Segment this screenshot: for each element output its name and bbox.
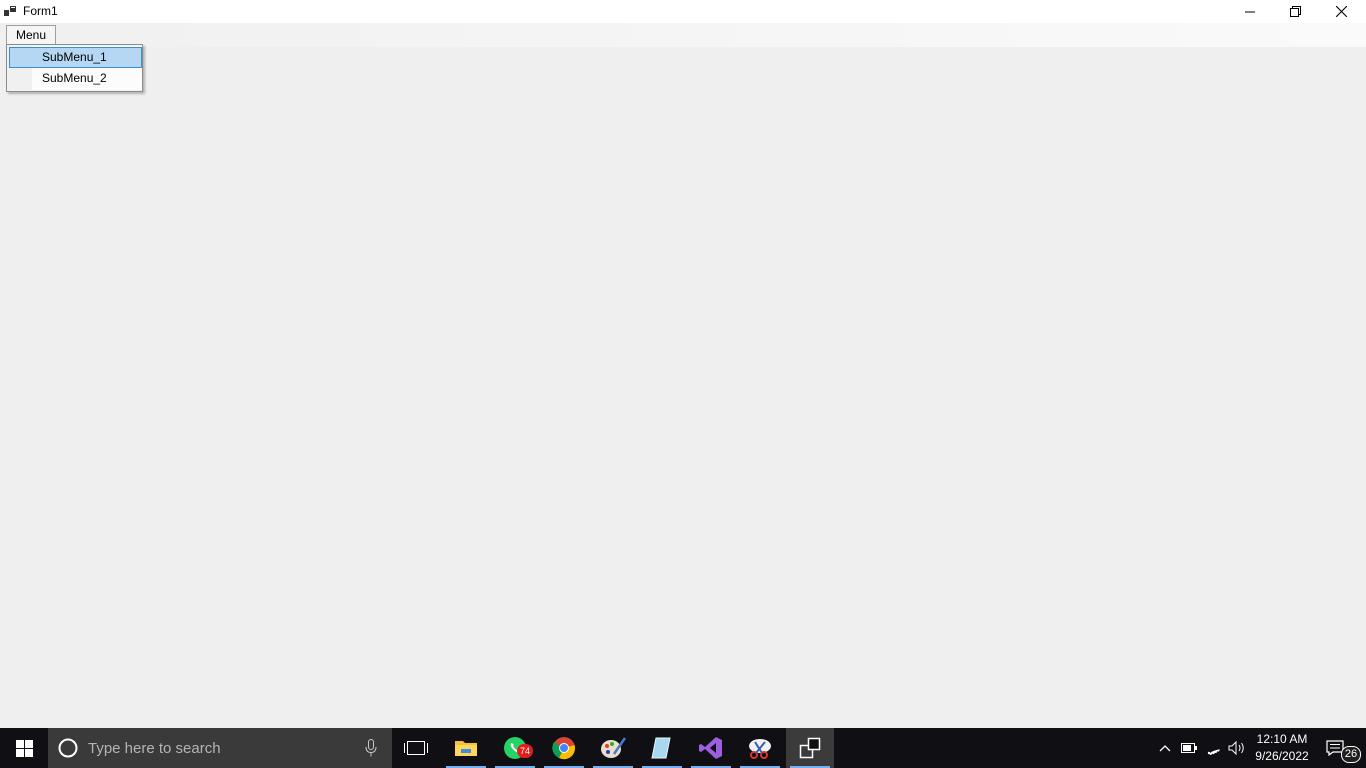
menu-item-menu[interactable]: Menu <box>6 25 56 46</box>
visual-studio-icon <box>699 737 722 759</box>
battery-icon <box>1181 743 1197 753</box>
taskbar-visual-studio[interactable] <box>687 728 735 768</box>
restore-icon <box>1289 6 1301 17</box>
clock-time: 12:10 AM <box>1256 732 1308 746</box>
show-hidden-icons-button[interactable] <box>1154 728 1176 768</box>
task-view-icon <box>404 741 428 755</box>
restore-button[interactable] <box>1272 0 1318 23</box>
taskbar-clock[interactable]: 12:10 AM 9/26/2022 <box>1247 731 1317 765</box>
form-app-icon <box>4 6 16 16</box>
taskbar-file-explorer[interactable] <box>442 728 490 768</box>
start-button[interactable] <box>0 728 48 768</box>
paint-icon <box>601 737 626 758</box>
task-view-button[interactable] <box>392 728 440 768</box>
close-icon <box>1335 6 1347 17</box>
clock-date: 9/26/2022 <box>1255 749 1309 763</box>
volume-button[interactable] <box>1226 728 1248 768</box>
action-center-button[interactable]: 26 <box>1318 728 1366 768</box>
taskbar-notes[interactable] <box>638 728 686 768</box>
notification-count-badge: 26 <box>1341 746 1361 763</box>
wifi-icon <box>1207 749 1220 755</box>
windows-start-icon <box>15 739 33 757</box>
minimize-icon <box>1245 11 1255 12</box>
menu-strip: Menu <box>0 23 1366 47</box>
window-titlebar[interactable]: Form1 <box>0 0 1366 23</box>
taskbar-search-box[interactable]: Type here to search <box>48 728 392 768</box>
taskbar-paint[interactable] <box>589 728 637 768</box>
form-app-taskbar-icon <box>799 737 821 759</box>
taskbar-snipping-tool[interactable] <box>736 728 784 768</box>
taskbar-whatsapp[interactable]: 74 <box>491 728 539 768</box>
close-button[interactable] <box>1318 0 1364 23</box>
whatsapp-unread-badge: 74 <box>517 744 533 758</box>
cortana-icon <box>58 738 78 758</box>
chrome-icon <box>552 737 575 760</box>
taskbar-form-app[interactable] <box>786 728 834 768</box>
submenu-item-1[interactable]: SubMenu_1 <box>9 47 142 68</box>
snipping-tool-icon <box>749 739 771 759</box>
volume-icon <box>1228 741 1244 755</box>
network-button[interactable] <box>1203 728 1225 768</box>
search-placeholder: Type here to search <box>88 740 221 757</box>
window-title: Form1 <box>23 4 58 18</box>
chevron-up-icon <box>1159 745 1171 752</box>
taskbar-chrome[interactable] <box>540 728 588 768</box>
battery-button[interactable] <box>1178 728 1200 768</box>
form-client-area <box>0 47 1366 728</box>
submenu-item-2[interactable]: SubMenu_2 <box>9 69 142 90</box>
menu-dropdown: SubMenu_1 SubMenu_2 <box>6 44 143 92</box>
notes-icon <box>651 737 671 759</box>
taskbar: Type here to search 74 12:10 AM 9/26/202… <box>0 728 1366 768</box>
file-explorer-icon <box>455 741 477 756</box>
microphone-icon[interactable] <box>365 739 377 757</box>
minimize-button[interactable] <box>1227 0 1273 23</box>
